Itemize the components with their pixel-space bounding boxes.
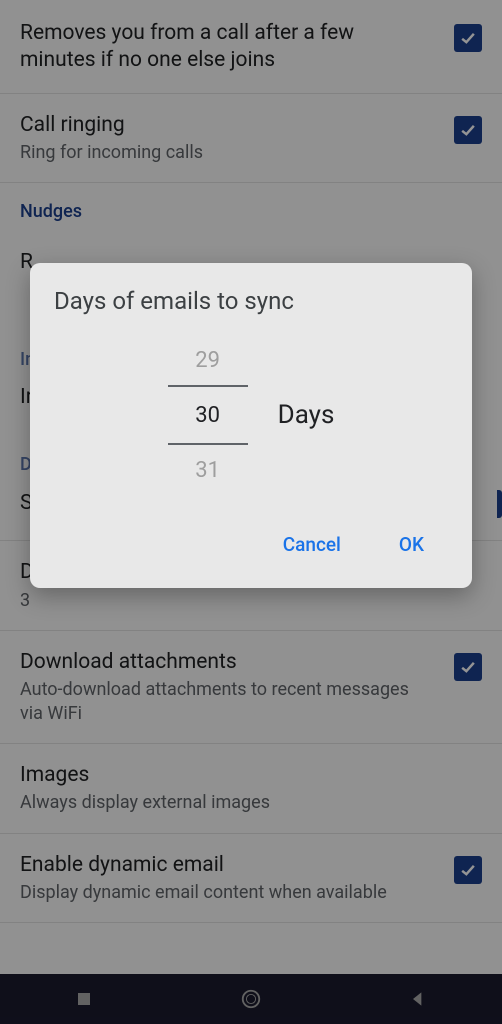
picker-next[interactable]: 31: [168, 445, 248, 495]
number-picker[interactable]: 29 30 31: [168, 335, 248, 495]
days-sync-dialog: Days of emails to sync 29 30 31 Days Can…: [30, 263, 472, 588]
dialog-title: Days of emails to sync: [54, 287, 448, 315]
picker-prev[interactable]: 29: [168, 335, 248, 385]
picker-unit: Days: [278, 400, 335, 430]
dialog-actions: Cancel OK: [54, 525, 448, 564]
cancel-button[interactable]: Cancel: [279, 525, 345, 564]
picker-area: 29 30 31 Days: [54, 335, 448, 495]
picker-current[interactable]: 30: [168, 385, 248, 445]
ok-button[interactable]: OK: [395, 525, 428, 564]
